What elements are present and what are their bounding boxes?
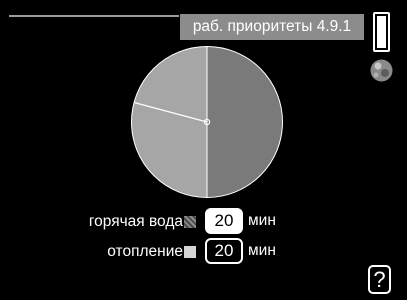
page-title: раб. приоритеты 4.9.1 [180,14,364,40]
priority-pie-chart [131,45,283,199]
heating-label: отопление [107,243,183,260]
header-divider [9,15,179,17]
pie-slice-1 [206,45,283,199]
heating-minutes-field[interactable]: 20 [205,238,243,264]
globe-icon [370,59,393,82]
heating-unit: мин [248,242,276,259]
hot-water-label: горячая вода [88,213,183,230]
help-button[interactable]: ? [368,265,391,294]
scrollbar-thumb[interactable] [377,16,386,48]
hot-water-swatch [184,216,196,228]
priority-row-heating: отопление 20 мин [0,238,407,266]
hot-water-minutes-field[interactable]: 20 [205,208,243,234]
heating-swatch [184,246,196,258]
priority-row-hot-water: горячая вода 20 мин [0,208,407,236]
pie-slice-0 [131,45,208,199]
scrollbar[interactable] [373,12,390,52]
hot-water-unit: мин [248,212,276,229]
